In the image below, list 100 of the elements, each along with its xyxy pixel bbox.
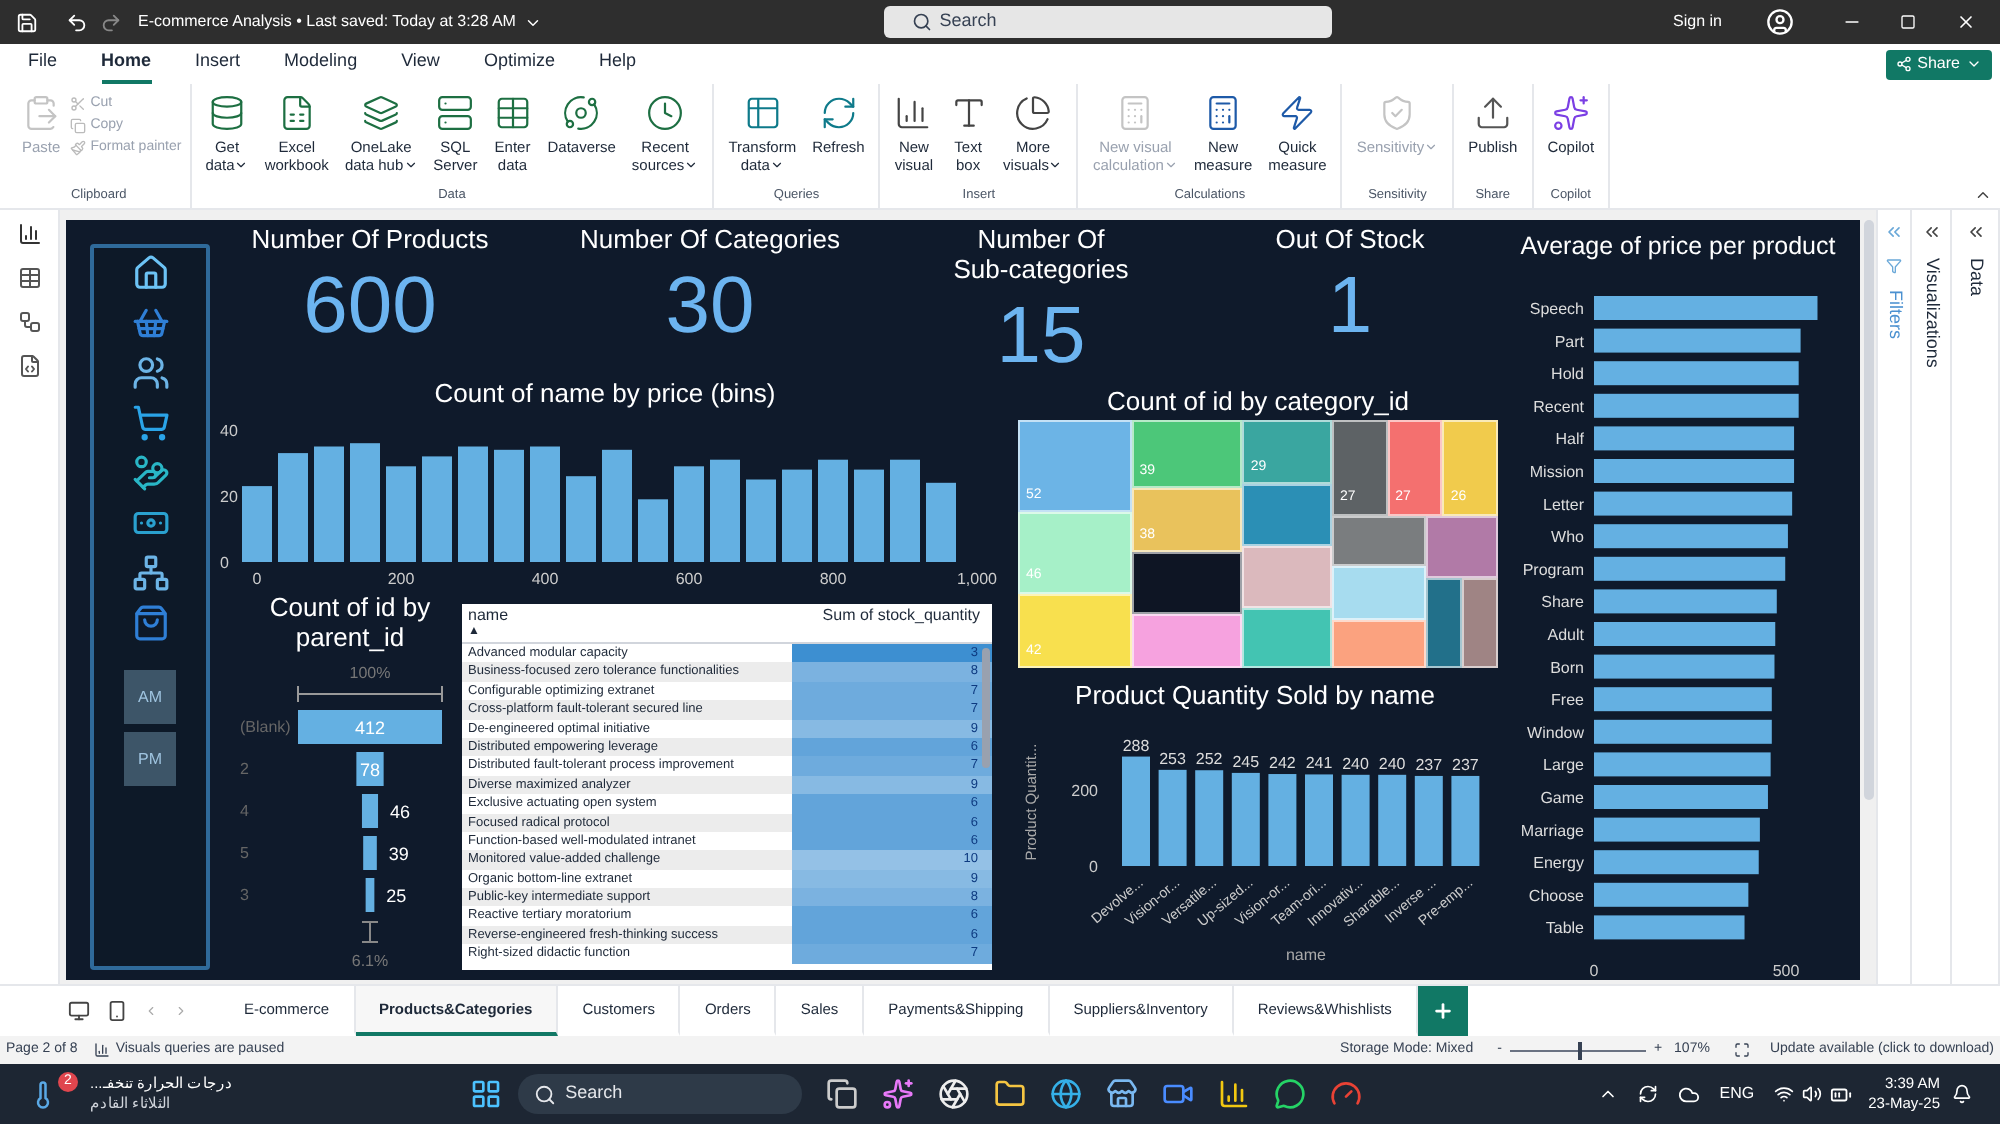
data-label: 253 <box>1159 749 1186 768</box>
axis-label: Large <box>1543 756 1584 775</box>
fit-page-icon[interactable] <box>1733 1042 1750 1058</box>
axis-label: 600 <box>675 570 703 588</box>
caret-icon <box>1424 140 1439 154</box>
data-label: 240 <box>1378 754 1406 773</box>
card-value: 15 <box>996 292 1086 380</box>
battery-icon[interactable] <box>1830 1083 1853 1105</box>
brush-icon <box>70 140 87 156</box>
data-label: 78 <box>360 760 380 780</box>
cloud-icon[interactable] <box>1677 1083 1700 1105</box>
axis-label: 0 <box>252 570 262 588</box>
funnel-label: 100% <box>349 664 391 682</box>
data-label: 241 <box>1305 754 1333 773</box>
language-indicator[interactable]: ENG <box>1719 1082 1755 1106</box>
chart-bar <box>1122 756 1150 866</box>
save-icon[interactable] <box>16 11 38 33</box>
expand-icon[interactable] <box>1965 222 1985 242</box>
nav-button[interactable]: AM <box>124 670 176 724</box>
menu-tab[interactable]: File <box>28 44 58 84</box>
nav-button[interactable]: PM <box>124 732 176 786</box>
sparkle-icon[interactable] <box>881 1078 914 1110</box>
pie-chart-icon <box>1014 94 1053 132</box>
folder-icon[interactable] <box>993 1078 1026 1110</box>
axis-label: Mission <box>1529 463 1584 481</box>
expand-icon[interactable] <box>1921 222 1941 242</box>
gauge-icon[interactable] <box>1329 1078 1362 1110</box>
data-label: 237 <box>1452 755 1479 774</box>
menu-tab[interactable]: Modeling <box>284 44 358 84</box>
chart-bar <box>1195 770 1224 866</box>
report-view-icon[interactable] <box>17 222 41 246</box>
store-icon[interactable] <box>1105 1078 1138 1110</box>
histogram-bar <box>314 446 344 562</box>
data-label: 25 <box>386 886 407 906</box>
chart-bar <box>1414 775 1443 866</box>
caret-icon <box>403 158 418 172</box>
histogram-bar <box>890 459 920 562</box>
table-icon <box>743 94 782 132</box>
chat-icon[interactable] <box>1273 1078 1306 1110</box>
coins-hand-icon[interactable] <box>131 454 169 492</box>
table-view-icon[interactable] <box>17 266 41 290</box>
chart-bar <box>1231 772 1260 866</box>
pane-tab[interactable]: Data <box>1961 258 1989 297</box>
aperture-icon[interactable] <box>937 1078 970 1110</box>
caret-icon <box>1048 158 1063 172</box>
shopping-bag-icon[interactable] <box>131 604 169 642</box>
chart-title: Product Quantity Sold by name <box>1075 680 1435 712</box>
scrollbar[interactable] <box>1863 220 1873 800</box>
desktop-icon[interactable] <box>68 1000 90 1022</box>
menu-tab[interactable]: View <box>401 44 440 84</box>
maximize-icon[interactable] <box>1900 14 1916 30</box>
search-icon <box>533 1083 556 1105</box>
scrollbar[interactable] <box>982 648 990 768</box>
cart-icon[interactable] <box>131 404 169 442</box>
wifi-icon[interactable] <box>1774 1084 1795 1104</box>
share-button[interactable]: Share <box>1885 49 1992 79</box>
chart-bar <box>1451 775 1480 866</box>
dax-view-icon[interactable] <box>17 354 41 378</box>
avatar-icon[interactable] <box>1766 8 1794 36</box>
add-page-button[interactable] <box>1417 986 1468 1036</box>
sync-icon[interactable] <box>1637 1084 1658 1104</box>
basket-icon[interactable] <box>131 304 169 342</box>
data-label: 288 <box>1122 736 1150 755</box>
histogram-bar <box>782 469 812 562</box>
undo-icon[interactable] <box>66 11 88 33</box>
start-icon[interactable] <box>469 1078 502 1110</box>
axis-label: Game <box>1540 789 1584 807</box>
search-field[interactable]: Search <box>883 6 1332 38</box>
axis-label: 800 <box>819 570 847 588</box>
collapse-icon[interactable] <box>1974 186 1992 204</box>
network-icon[interactable] <box>131 554 169 592</box>
pane-tab[interactable]: Visualizations <box>1917 258 1945 368</box>
column-header[interactable]: Sum of stock_quantity <box>792 604 992 642</box>
people-icon[interactable] <box>131 354 169 392</box>
funnel-category: 3 <box>240 886 249 904</box>
globe-icon[interactable] <box>1049 1078 1082 1110</box>
axis-label: 200 <box>1071 782 1098 800</box>
redo-icon[interactable] <box>100 11 122 33</box>
house-icon[interactable] <box>131 254 169 292</box>
sign-in-link[interactable]: Sign in <box>1673 10 1722 34</box>
histogram-bar <box>854 469 884 562</box>
share-icon <box>1895 56 1912 72</box>
bar-chart-icon[interactable] <box>1217 1078 1250 1110</box>
close-icon[interactable] <box>1956 12 1976 32</box>
bell-icon[interactable] <box>1952 1084 1972 1104</box>
axis-label: Recent <box>1533 397 1584 416</box>
model-view-icon[interactable] <box>17 310 41 334</box>
menu-tab[interactable]: Help <box>598 44 636 84</box>
spreadsheet-icon <box>277 94 316 132</box>
axis-label: Speech <box>1529 300 1584 318</box>
volume-icon[interactable] <box>1802 1084 1823 1104</box>
caret-icon <box>769 158 784 172</box>
histogram-bar <box>638 499 668 562</box>
chart-title: Average of price per product <box>1520 230 1836 264</box>
menu-tab[interactable]: Optimize <box>483 44 555 84</box>
copy-icon <box>70 118 87 134</box>
search-field[interactable]: Search <box>517 1074 802 1114</box>
menu-tab[interactable]: Insert <box>195 44 241 84</box>
slider-thumb[interactable] <box>1577 1041 1582 1059</box>
phone-icon[interactable] <box>106 1000 128 1022</box>
